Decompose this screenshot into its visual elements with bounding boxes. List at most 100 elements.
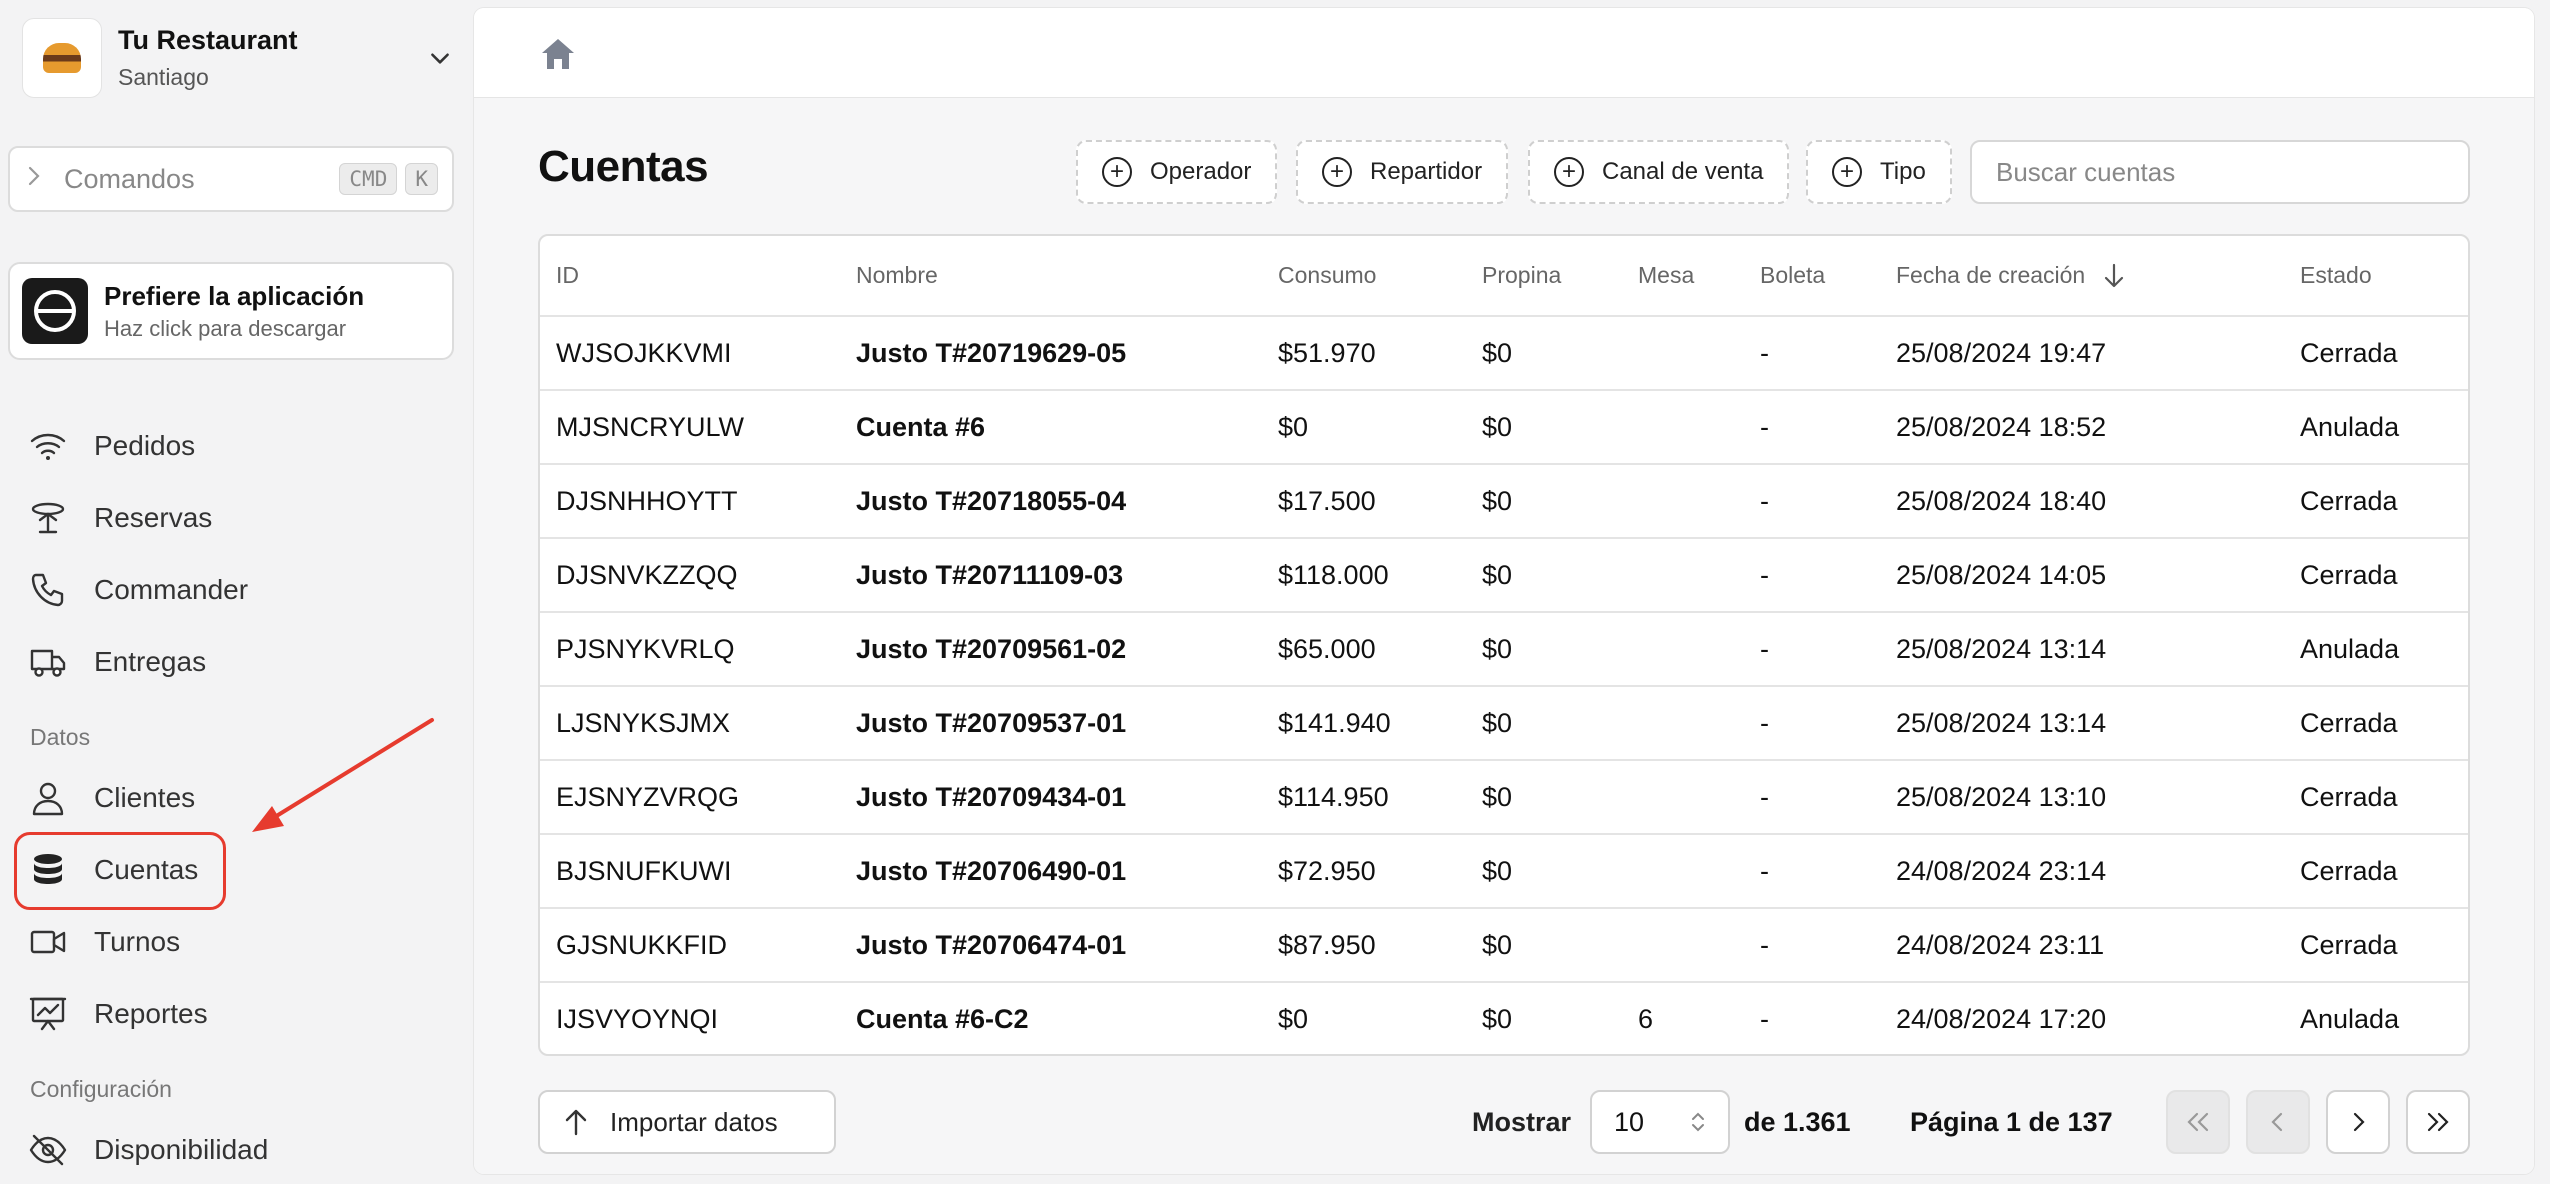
cell-nombre: Justo T#20719629-05 xyxy=(856,337,1127,368)
cell-propina: $0 xyxy=(1482,855,1513,886)
cell-propina: $0 xyxy=(1482,485,1513,516)
cell-fecha: 25/08/2024 14:05 xyxy=(1896,559,2107,590)
arrow-down-icon[interactable] xyxy=(2103,263,2125,289)
previous-page-button[interactable] xyxy=(2246,1090,2310,1154)
cell-nombre: Justo T#20718055-04 xyxy=(856,485,1127,516)
cell-nombre: Justo T#20709537-01 xyxy=(856,707,1127,738)
filter-label: Operador xyxy=(1150,158,1252,185)
page-size-select[interactable]: 10 xyxy=(1590,1090,1730,1154)
table-row[interactable]: IJSVYOYNQI Cuenta #6-C2 $0 $0 6 - 24/08/2024 1… xyxy=(540,982,2468,1054)
cell-boleta: - xyxy=(1760,781,1769,812)
column-header-fecha[interactable]: Fecha de creación xyxy=(1880,236,2284,316)
main-panel: Cuentas + Operador + Repartidor + Canal … xyxy=(474,8,2534,1174)
cell-estado: Cerrada xyxy=(2300,337,2398,368)
cell-consumo: $65.000 xyxy=(1278,633,1376,664)
column-header-boleta[interactable]: Boleta xyxy=(1744,236,1880,316)
plus-circle-icon: + xyxy=(1102,157,1132,187)
import-data-button[interactable]: Importar datos xyxy=(538,1090,836,1154)
page-indicator: Página 1 de 137 xyxy=(1910,1106,2113,1137)
cell-boleta: - xyxy=(1760,485,1769,516)
cell-estado: Anulada xyxy=(2300,1004,2400,1034)
table-row[interactable]: BJSNUFKUWI Justo T#20706490-01 $72.950 $0 - 2… xyxy=(540,834,2468,908)
plus-circle-icon: + xyxy=(1832,157,1862,187)
home-icon[interactable] xyxy=(538,34,578,74)
column-header-consumo[interactable]: Consumo xyxy=(1262,236,1466,316)
eye-off-icon xyxy=(29,1134,67,1166)
cell-consumo: $51.970 xyxy=(1278,337,1376,368)
filter-tipo-button[interactable]: + Tipo xyxy=(1806,140,1952,204)
cell-propina: $0 xyxy=(1482,929,1513,960)
sidebar-item-label: Reportes xyxy=(94,998,208,1029)
cell-estado: Cerrada xyxy=(2300,855,2398,886)
cell-nombre: Cuenta #6-C2 xyxy=(856,1004,1029,1034)
cell-id: PJSNYKVRLQ xyxy=(556,633,735,664)
cell-fecha: 25/08/2024 18:40 xyxy=(1896,485,2107,516)
sidebar-item-turnos[interactable]: Turnos xyxy=(28,916,180,968)
cell-nombre: Justo T#20709561-02 xyxy=(856,633,1127,664)
column-header-estado[interactable]: Estado xyxy=(2284,236,2468,316)
annotation-arrow xyxy=(252,718,434,832)
table-row[interactable]: GJSNUKKFID Justo T#20706474-01 $87.950 $0 - 2… xyxy=(540,908,2468,982)
content-area: Cuentas + Operador + Repartidor + Canal … xyxy=(474,98,2534,1174)
filter-label: Canal de venta xyxy=(1602,158,1764,185)
cell-consumo: $0 xyxy=(1278,411,1309,442)
cell-id: IJSVYOYNQI xyxy=(556,1004,719,1034)
video-icon xyxy=(30,930,66,954)
cell-boleta: - xyxy=(1760,411,1769,442)
search-input[interactable] xyxy=(1970,140,2470,204)
cell-consumo: $0 xyxy=(1278,1004,1309,1034)
cell-mesa: 6 xyxy=(1638,1004,1654,1034)
cell-consumo: $114.950 xyxy=(1278,781,1389,812)
cell-fecha: 24/08/2024 23:14 xyxy=(1896,855,2107,886)
plus-circle-icon: + xyxy=(1554,157,1584,187)
table-row[interactable]: DJSNVKZZQQ Justo T#20711109-03 $118.000 $0 -… xyxy=(540,538,2468,612)
cell-id: GJSNUKKFID xyxy=(556,929,728,960)
chart-board-icon xyxy=(29,997,67,1031)
page-size-value: 10 xyxy=(1614,1106,1645,1137)
cell-nombre: Justo T#20706474-01 xyxy=(856,929,1127,960)
table-row[interactable]: WJSOJKKVMI Justo T#20719629-05 $51.970 $0 - 2… xyxy=(540,316,2468,390)
cell-nombre: Cuenta #6 xyxy=(856,411,986,442)
page-size-label: Mostrar xyxy=(1472,1106,1572,1137)
cell-fecha: 25/08/2024 18:52 xyxy=(1896,411,2107,442)
table-row[interactable]: LJSNYKSJMX Justo T#20709537-01 $141.940 $0 -… xyxy=(540,686,2468,760)
cell-mesa xyxy=(1622,612,1744,686)
cell-mesa xyxy=(1622,390,1744,464)
cell-estado: Anulada xyxy=(2300,411,2400,442)
cell-boleta: - xyxy=(1760,929,1769,960)
column-header-propina[interactable]: Propina xyxy=(1466,236,1622,316)
filter-label: Tipo xyxy=(1880,158,1926,185)
table-row[interactable]: PJSNYKVRLQ Justo T#20709561-02 $65.000 $0 - 2… xyxy=(540,612,2468,686)
plus-circle-icon: + xyxy=(1322,157,1352,187)
cell-propina: $0 xyxy=(1482,1004,1513,1034)
cell-estado: Cerrada xyxy=(2300,485,2398,516)
column-header-label: Fecha de creación xyxy=(1896,261,2086,288)
column-header-id[interactable]: ID xyxy=(540,236,840,316)
filter-repartidor-button[interactable]: + Repartidor xyxy=(1296,140,1509,204)
sidebar-item-label: Disponibilidad xyxy=(94,1134,269,1165)
cell-propina: $0 xyxy=(1482,559,1513,590)
last-page-button[interactable] xyxy=(2406,1090,2470,1154)
cell-id: MJSNCRYULW xyxy=(556,411,745,442)
cell-estado: Cerrada xyxy=(2300,559,2398,590)
table-row[interactable]: EJSNYZVRQG Justo T#20709434-01 $114.950 $0 -… xyxy=(540,760,2468,834)
first-page-button[interactable] xyxy=(2166,1090,2230,1154)
filter-canal-button[interactable]: + Canal de venta xyxy=(1528,140,1790,204)
table-row[interactable]: MJSNCRYULW Cuenta #6 $0 $0 - 25/08/2024 18:52… xyxy=(540,390,2468,464)
next-page-button[interactable] xyxy=(2326,1090,2390,1154)
sidebar-item-disponibilidad[interactable]: Disponibilidad xyxy=(28,1124,268,1176)
sidebar-item-reportes[interactable]: Reportes xyxy=(28,988,208,1040)
cell-estado: Cerrada xyxy=(2300,781,2398,812)
cell-propina: $0 xyxy=(1482,633,1513,664)
column-header-mesa[interactable]: Mesa xyxy=(1622,236,1744,316)
cell-fecha: 25/08/2024 13:14 xyxy=(1896,633,2107,664)
filter-label: Repartidor xyxy=(1370,158,1483,185)
cell-nombre: Justo T#20711109-03 xyxy=(856,559,1124,590)
column-header-nombre[interactable]: Nombre xyxy=(840,236,1262,316)
sidebar: Tu Restaurant Santiago Comandos CMD K Pr… xyxy=(0,0,470,1184)
arrow-up-icon xyxy=(565,1109,587,1136)
table-row[interactable]: DJSNHHOYTT Justo T#20718055-04 $17.500 $0 - 2… xyxy=(540,464,2468,538)
filter-operador-button[interactable]: + Operador xyxy=(1076,140,1278,204)
cell-fecha: 24/08/2024 23:11 xyxy=(1896,929,2105,960)
chevron-left-icon xyxy=(2271,1112,2283,1132)
